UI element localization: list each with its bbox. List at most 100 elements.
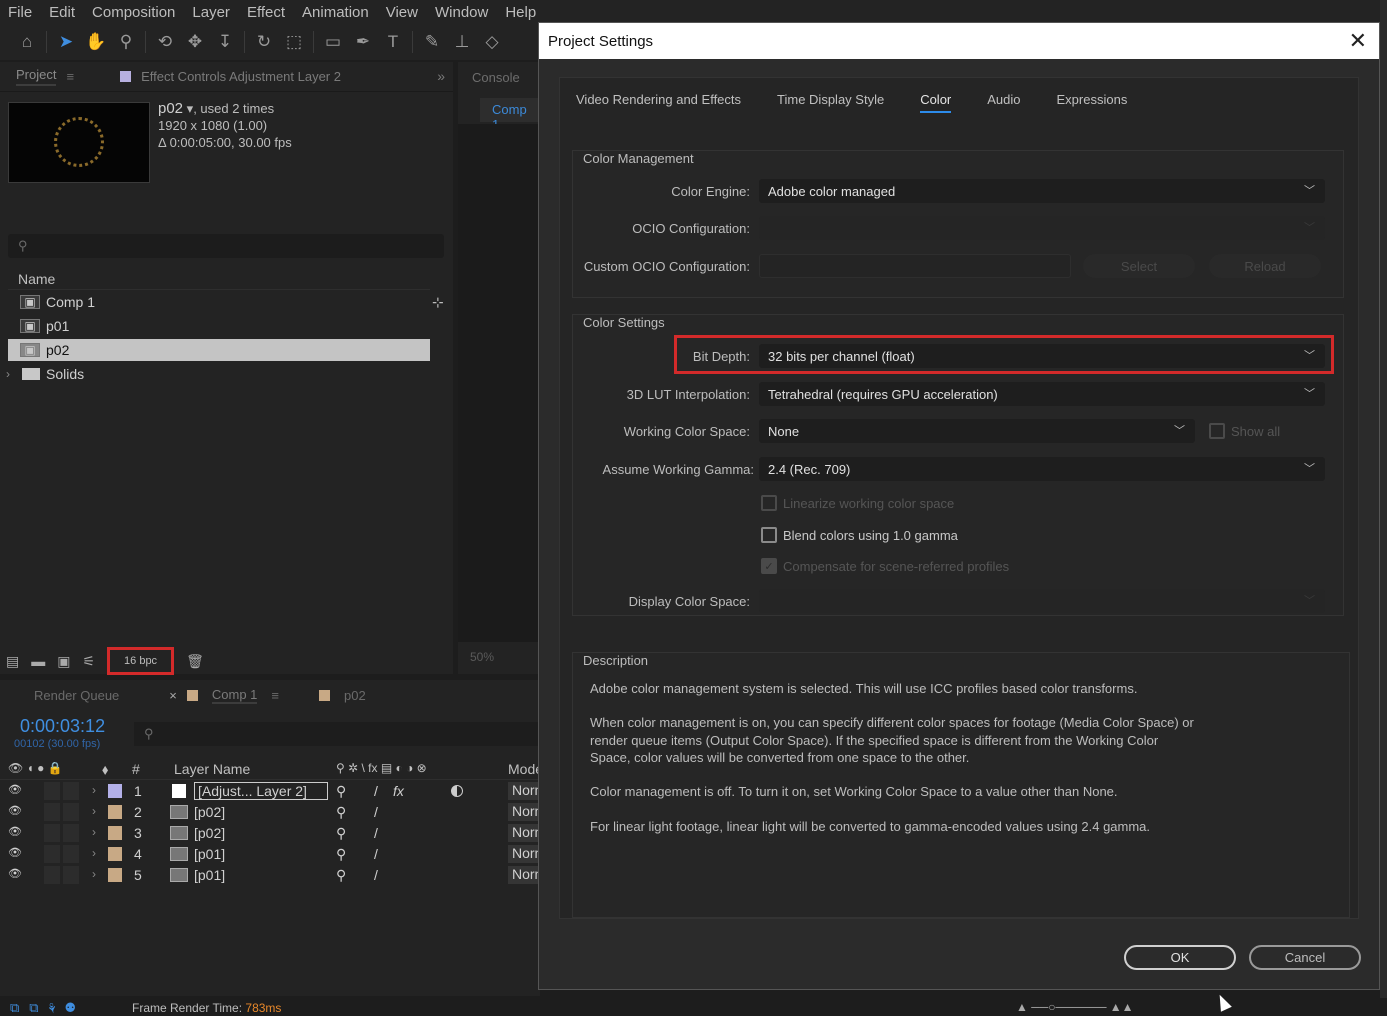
layer-name[interactable]: [p01]	[194, 846, 225, 862]
menu-window[interactable]: Window	[435, 4, 488, 21]
expand-arrow-icon[interactable]: ›	[92, 804, 96, 818]
panel-menu-icon[interactable]: ≡	[66, 69, 74, 84]
orbit-camera-icon[interactable]: ⟲	[154, 31, 176, 53]
layer-label-color[interactable]	[108, 784, 122, 798]
timeline-zoom-slider[interactable]: ▲ ──○────── ▲▲	[1016, 1000, 1134, 1014]
blend-mode-dropdown[interactable]: Normal	[508, 782, 540, 800]
menu-file[interactable]: File	[8, 4, 32, 21]
label-tag-icon[interactable]: ⬧	[102, 761, 108, 778]
track-z-camera-icon[interactable]: ↧	[214, 31, 236, 53]
tab-effect-controls[interactable]: Effect Controls Adjustment Layer 2	[141, 69, 341, 84]
visibility-eye-icon[interactable]: 👁	[8, 867, 22, 880]
project-item-solids[interactable]: › Solids	[6, 363, 430, 385]
column-header-layer-name[interactable]: Layer Name	[174, 761, 250, 777]
new-composition-icon[interactable]: ▣	[57, 653, 70, 670]
display-color-space-dropdown[interactable]: ﹀	[759, 589, 1325, 613]
blend-gamma-checkbox[interactable]: Blend colors using 1.0 gamma	[761, 527, 958, 543]
brush-tool-icon[interactable]: ✎	[421, 31, 443, 53]
menu-edit[interactable]: Edit	[49, 4, 75, 21]
tab-video-rendering[interactable]: Video Rendering and Effects	[576, 92, 741, 113]
lock-switch-box[interactable]	[63, 866, 79, 884]
zoom-level[interactable]: 50%	[470, 650, 494, 664]
working-color-space-dropdown[interactable]: None ﹀	[759, 419, 1195, 443]
track-xy-camera-icon[interactable]: ✥	[184, 31, 206, 53]
blend-mode-dropdown[interactable]: Normal	[508, 866, 540, 884]
audio-switch-box[interactable]	[44, 803, 60, 821]
timeline-toggle-icons[interactable]: ⧉⧉⚘⚉	[10, 1000, 85, 1016]
timeline-search-input[interactable]: ⚲	[134, 722, 540, 746]
quality-switch-icon[interactable]: /	[374, 804, 378, 820]
menu-layer[interactable]: Layer	[192, 4, 230, 21]
flowchart-icon[interactable]: ⊹	[432, 294, 444, 311]
tab-color[interactable]: Color	[920, 92, 952, 113]
column-header-number[interactable]: #	[132, 761, 140, 777]
visibility-eye-icon[interactable]: 👁	[8, 783, 22, 796]
project-search-input[interactable]: ⚲	[8, 234, 444, 258]
lock-switch-box[interactable]	[63, 803, 79, 821]
selection-tool-icon[interactable]: ➤	[55, 31, 77, 53]
rectangle-tool-icon[interactable]: ▭	[322, 31, 344, 53]
home-icon[interactable]: ⌂	[16, 31, 38, 53]
adjustment-switch-icon[interactable]	[451, 785, 463, 797]
lock-switch-box[interactable]	[63, 845, 79, 863]
project-item-p02[interactable]: ▣ p02	[8, 339, 430, 361]
quality-switch-icon[interactable]: /	[374, 846, 378, 862]
audio-switch-box[interactable]	[44, 845, 60, 863]
audio-switch-box[interactable]	[44, 782, 60, 800]
layer-row[interactable]: 👁 › 4 [p01] ⚲ / Normal	[0, 844, 540, 865]
quality-switch-icon[interactable]: /	[374, 867, 378, 883]
panel-overflow-icon[interactable]: »	[437, 68, 445, 84]
tab-console[interactable]: Console	[472, 70, 520, 85]
tab-comp1-viewer[interactable]: Comp 1	[480, 98, 540, 132]
zoom-tool-icon[interactable]: ⚲	[115, 31, 137, 53]
menu-view[interactable]: View	[386, 4, 418, 21]
color-engine-dropdown[interactable]: Adobe color managed ﹀	[759, 179, 1325, 203]
working-gamma-dropdown[interactable]: 2.4 (Rec. 709) ﹀	[759, 457, 1325, 481]
show-all-checkbox[interactable]: Show all	[1209, 423, 1280, 439]
composition-viewer[interactable]	[458, 124, 540, 642]
tab-expressions[interactable]: Expressions	[1057, 92, 1128, 113]
panel-menu-icon[interactable]: ≡	[271, 688, 279, 703]
lock-switch-box[interactable]	[63, 782, 79, 800]
expand-arrow-icon[interactable]: ›	[92, 846, 96, 860]
linearize-checkbox[interactable]: Linearize working color space	[761, 495, 954, 511]
lut-interpolation-dropdown[interactable]: Tetrahedral (requires GPU acceleration) …	[759, 382, 1325, 406]
layer-name[interactable]: [p02]	[194, 825, 225, 841]
expand-arrow-icon[interactable]: ›	[92, 825, 96, 839]
trash-icon[interactable]: 🗑	[186, 653, 204, 670]
current-time-display[interactable]: 0:00:03:12	[20, 716, 105, 737]
shy-switch-icon[interactable]: ⚲	[336, 825, 346, 842]
layer-label-color[interactable]	[108, 847, 122, 861]
audio-switch-box[interactable]	[44, 824, 60, 842]
layer-row[interactable]: 👁 › 1 [Adjust... Layer 2] ⚲ / fx Normal	[0, 781, 540, 802]
layer-row[interactable]: 👁 › 3 [p02] ⚲ / Normal	[0, 823, 540, 844]
menu-effect[interactable]: Effect	[247, 4, 285, 21]
column-header-name[interactable]: Name	[18, 271, 55, 287]
project-item-comp1[interactable]: ▣ Comp 1	[8, 291, 430, 313]
tab-time-display-style[interactable]: Time Display Style	[777, 92, 884, 113]
tab-comp1-timeline[interactable]: Comp 1	[211, 687, 258, 704]
menu-help[interactable]: Help	[505, 4, 536, 21]
bit-depth-button[interactable]: 16 bpc	[107, 647, 175, 675]
expand-arrow-icon[interactable]: ›	[6, 367, 10, 381]
blend-mode-dropdown[interactable]: Normal	[508, 824, 540, 842]
layer-label-color[interactable]	[108, 826, 122, 840]
pen-tool-icon[interactable]: ✒	[352, 31, 374, 53]
cancel-button[interactable]: Cancel	[1249, 945, 1361, 970]
layer-name[interactable]: [p02]	[194, 804, 225, 820]
layer-row[interactable]: 👁 › 2 [p02] ⚲ / Normal	[0, 802, 540, 823]
layer-label-color[interactable]	[108, 868, 122, 882]
rotate-tool-icon[interactable]: ↻	[253, 31, 275, 53]
compensate-checkbox[interactable]: ✓ Compensate for scene-referred profiles	[761, 558, 1009, 574]
blend-mode-dropdown[interactable]: Normal	[508, 803, 540, 821]
layer-label-color[interactable]	[108, 805, 122, 819]
custom-ocio-path-field[interactable]	[759, 254, 1071, 278]
tab-project[interactable]: Project	[16, 67, 57, 86]
layer-name[interactable]: [Adjust... Layer 2]	[194, 782, 328, 800]
expand-arrow-icon[interactable]: ›	[92, 867, 96, 881]
tab-render-queue[interactable]: Render Queue	[34, 688, 119, 703]
project-settings-icon[interactable]: ⚟	[82, 653, 95, 670]
layer-row[interactable]: 👁 › 5 [p01] ⚲ / Normal	[0, 865, 540, 886]
visibility-eye-icon[interactable]: 👁	[8, 846, 22, 859]
effects-switch-icon[interactable]: fx	[393, 783, 404, 799]
